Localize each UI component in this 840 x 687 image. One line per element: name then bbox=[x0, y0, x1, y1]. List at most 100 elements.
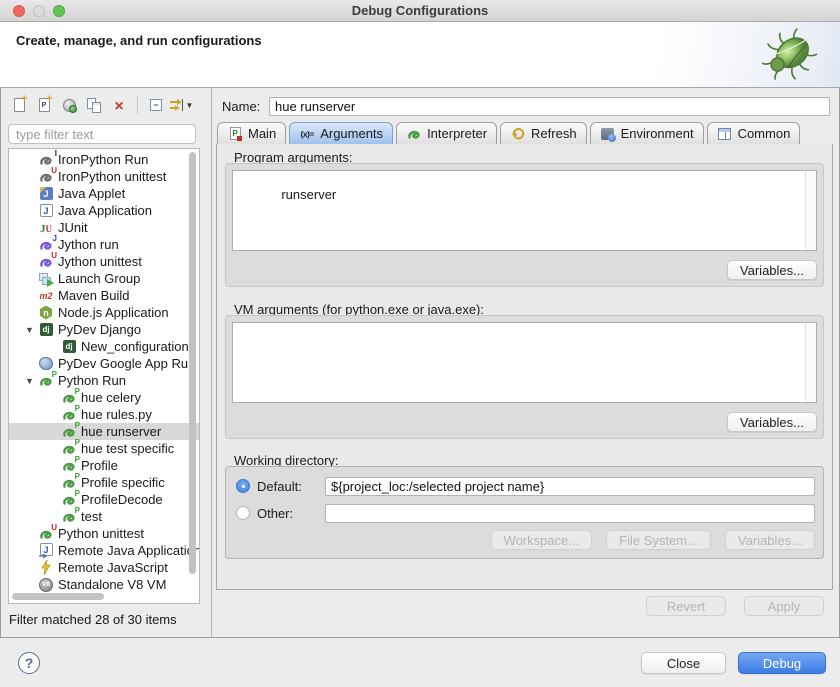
title-bar[interactable]: Debug Configurations bbox=[0, 0, 840, 22]
debug-button[interactable]: Debug bbox=[738, 652, 826, 674]
revert-button[interactable]: Revert bbox=[646, 596, 726, 616]
export-configurations-button[interactable] bbox=[60, 96, 78, 114]
tree-item-label: ProfileDecode bbox=[81, 492, 163, 507]
textarea-scroll-track[interactable] bbox=[805, 323, 816, 402]
tab-environment[interactable]: Environment bbox=[590, 122, 704, 144]
tree-item-label: Node.js Application bbox=[58, 305, 169, 320]
vertical-scrollbar-thumb[interactable] bbox=[189, 152, 196, 574]
tree-item[interactable]: Phue test specific bbox=[9, 440, 199, 457]
file-system-button[interactable]: File System... bbox=[606, 530, 711, 550]
tree-item[interactable]: JRemote Java Application bbox=[9, 542, 199, 559]
tree-item[interactable]: UJython unittest bbox=[9, 253, 199, 270]
tree-item[interactable]: PProfile bbox=[9, 457, 199, 474]
horizontal-scrollbar-thumb[interactable] bbox=[12, 593, 104, 600]
java-applet-icon: J bbox=[38, 186, 54, 202]
python-unittest-icon: U bbox=[38, 526, 54, 542]
tree-item[interactable]: ▼djPyDev Django bbox=[9, 321, 199, 338]
tree-item[interactable]: Ptest bbox=[9, 508, 199, 525]
ironpython-unittest-icon: U bbox=[38, 169, 54, 185]
filter-input[interactable] bbox=[8, 124, 196, 144]
tab-label: Interpreter bbox=[427, 126, 487, 141]
export-config-icon bbox=[63, 99, 76, 112]
vertical-scrollbar[interactable] bbox=[187, 150, 198, 590]
tree-item[interactable]: JUJUnit bbox=[9, 219, 199, 236]
working-directory-group: Default: Other: Workspace...File System.… bbox=[225, 466, 824, 559]
workspace-button[interactable]: Workspace... bbox=[491, 530, 593, 550]
tree-item[interactable]: JJava Application bbox=[9, 202, 199, 219]
expander-icon[interactable]: ▼ bbox=[25, 325, 38, 335]
tab-refresh[interactable]: Refresh bbox=[500, 122, 587, 144]
tree-item[interactable]: ▼PPython Run bbox=[9, 372, 199, 389]
variables-button[interactable]: Variables... bbox=[725, 530, 815, 550]
tree-item[interactable]: PProfile specific bbox=[9, 474, 199, 491]
tab-label: Main bbox=[248, 126, 276, 141]
duplicate-config-icon bbox=[87, 98, 101, 113]
name-label: Name: bbox=[222, 99, 269, 114]
help-button[interactable]: ? bbox=[18, 652, 40, 674]
common-tab-icon bbox=[717, 126, 733, 142]
filter-status-text: Filter matched 28 of 30 items bbox=[9, 612, 177, 627]
tree-item[interactable]: PyDev Google App Run bbox=[9, 355, 199, 372]
tree-item-label: Java Applet bbox=[58, 186, 125, 201]
program-arguments-variables-button[interactable]: Variables... bbox=[727, 260, 817, 280]
other-directory-input[interactable] bbox=[325, 504, 815, 523]
pydev-django-icon: dj bbox=[61, 339, 77, 355]
tree-item[interactable]: Phue rules.py bbox=[9, 406, 199, 423]
tree-item[interactable]: U Python unittest bbox=[9, 525, 199, 542]
tab-interpreter[interactable]: Interpreter bbox=[396, 122, 497, 144]
dialog-button-bar: ? Close Debug bbox=[0, 637, 840, 687]
tree-item[interactable]: IIronPython Run bbox=[9, 151, 199, 168]
tree-item-label: New_configuration bbox=[81, 339, 189, 354]
tree-item[interactable]: Phue runserver bbox=[9, 423, 199, 440]
apply-button[interactable]: Apply bbox=[744, 596, 824, 616]
tree-item[interactable]: Phue celery bbox=[9, 389, 199, 406]
new-prototype-button[interactable]: P+ bbox=[35, 96, 53, 114]
duplicate-configuration-button[interactable] bbox=[85, 96, 103, 114]
tree-item-label: Remote JavaScript bbox=[58, 560, 168, 575]
tree-item[interactable]: UIronPython unittest bbox=[9, 168, 199, 185]
tree-item[interactable]: Launch Group bbox=[9, 270, 199, 287]
debug-configurations-dialog: Debug Configurations Create, manage, and… bbox=[0, 0, 840, 687]
tree-item-label: hue celery bbox=[81, 390, 141, 405]
default-directory-input[interactable] bbox=[325, 477, 815, 496]
other-radio[interactable] bbox=[236, 506, 250, 520]
collapse-all-button[interactable]: − bbox=[147, 96, 165, 114]
close-button[interactable]: Close bbox=[641, 652, 726, 674]
tab-label: Common bbox=[738, 126, 791, 141]
tab-arguments[interactable]: (x)=Arguments bbox=[289, 122, 393, 144]
tab-main[interactable]: P Main bbox=[217, 122, 286, 144]
program-arguments-group: runserver Variables... bbox=[225, 163, 824, 287]
python-run-icon: P bbox=[38, 373, 54, 389]
tree-item-label: IronPython Run bbox=[58, 152, 148, 167]
new-configuration-button[interactable]: + bbox=[10, 96, 28, 114]
tree-item[interactable]: JJython run bbox=[9, 236, 199, 253]
textarea-scroll-track[interactable] bbox=[805, 171, 816, 250]
name-input[interactable] bbox=[269, 97, 830, 116]
working-directory-buttons: Workspace... File System... Variables... bbox=[491, 530, 815, 550]
tree-item[interactable]: nNode.js Application bbox=[9, 304, 199, 321]
tree-item[interactable]: J Java Applet bbox=[9, 185, 199, 202]
program-arguments-textarea[interactable]: runserver bbox=[232, 170, 817, 251]
remote-java-application-icon: J bbox=[38, 543, 54, 559]
pydev-django-icon: dj bbox=[38, 322, 54, 338]
maven-build-icon: m2 bbox=[38, 288, 54, 304]
default-radio[interactable] bbox=[236, 479, 250, 493]
launch-group-icon bbox=[38, 271, 54, 287]
tab-common[interactable]: Common bbox=[707, 122, 801, 144]
tree-item-label: Python unittest bbox=[58, 526, 144, 541]
tab-label: Arguments bbox=[320, 126, 383, 141]
toolbar-separator bbox=[137, 96, 138, 114]
expander-icon[interactable]: ▼ bbox=[25, 376, 38, 386]
tree-item[interactable]: PProfileDecode bbox=[9, 491, 199, 508]
tree-item-label: hue runserver bbox=[81, 424, 161, 439]
delete-configuration-button[interactable]: × bbox=[110, 96, 128, 114]
tree-item[interactable]: m2Maven Build bbox=[9, 287, 199, 304]
tree-item[interactable]: dj New_configuration bbox=[9, 338, 199, 355]
python-run-icon: P bbox=[61, 509, 77, 525]
tree-item[interactable]: Remote JavaScript bbox=[9, 559, 199, 576]
horizontal-scrollbar[interactable] bbox=[10, 591, 186, 602]
vm-arguments-variables-button[interactable]: Variables... bbox=[727, 412, 817, 432]
filter-configurations-button[interactable]: ▼ bbox=[172, 96, 190, 114]
main-tab-icon: P bbox=[227, 126, 243, 142]
vm-arguments-textarea[interactable] bbox=[232, 322, 817, 403]
